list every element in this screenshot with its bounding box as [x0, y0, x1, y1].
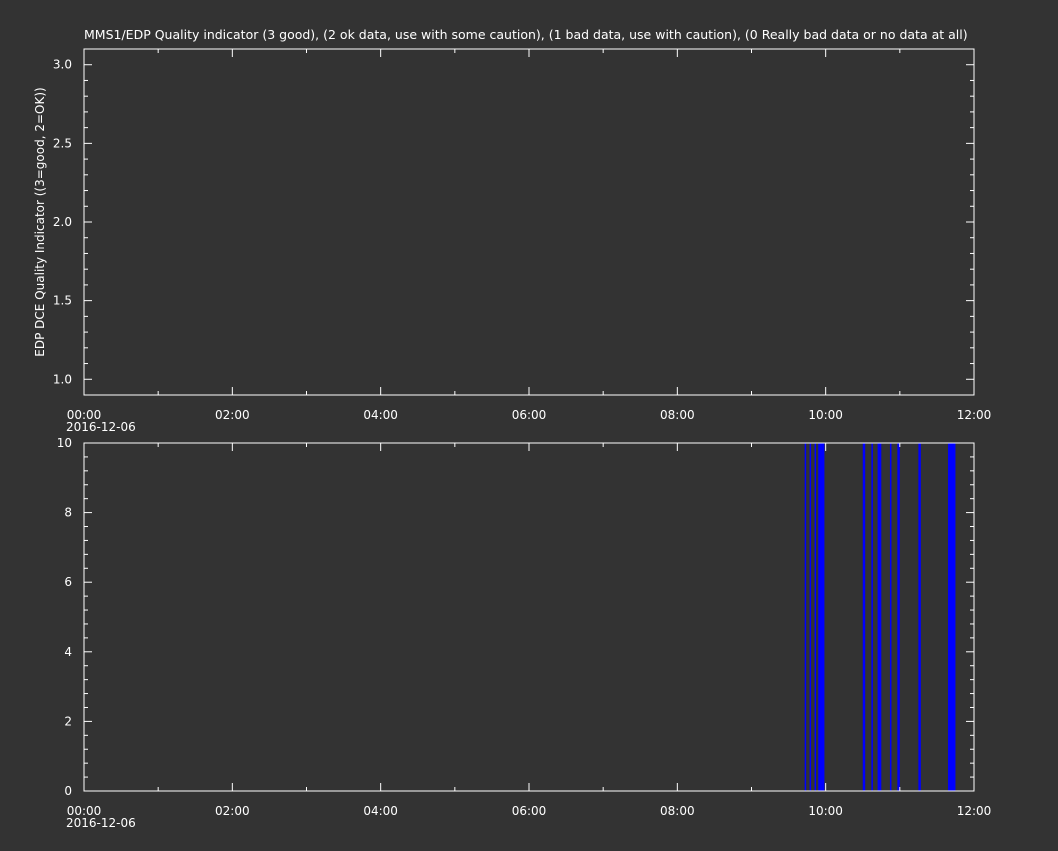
y-tick-label: 0	[64, 784, 72, 798]
y-tick-label: 1.5	[53, 294, 72, 308]
data-bar	[948, 443, 956, 791]
x-tick-label: 04:00	[363, 804, 398, 818]
x-tick-label: 06:00	[512, 804, 547, 818]
x-tick-label: 08:00	[660, 408, 695, 422]
x-tick-label: 02:00	[215, 804, 250, 818]
data-bar	[862, 443, 866, 791]
x-tick-label: 12:00	[957, 804, 992, 818]
y-tick-label: 2.0	[53, 215, 72, 229]
y-tick-label: 1.0	[53, 372, 72, 386]
chart-figure: MMS1/EDP Quality indicator (3 good), (2 …	[33, 27, 992, 830]
y-axis: 1.0 1.5 2.0 2.5 3.0	[53, 48, 974, 396]
x-tick-label: 08:00	[660, 804, 695, 818]
y-tick-label: 8	[64, 506, 72, 520]
chart-title: MMS1/EDP Quality indicator (3 good), (2 …	[84, 27, 968, 42]
data-bar	[814, 443, 817, 791]
x-axis: 00:00 02:00 04:00 06:00 08:00 10:00 12:00	[67, 49, 992, 422]
y-axis: 0 2 4 6 8 10	[57, 436, 974, 798]
data-bar	[897, 443, 900, 791]
x-tick-label: 12:00	[957, 408, 992, 422]
data-bars	[804, 443, 956, 791]
x-tick-label: 02:00	[215, 408, 250, 422]
data-bar	[804, 443, 807, 791]
data-bar	[809, 443, 812, 791]
y-tick-label: 2.5	[53, 136, 72, 150]
y-axis-label: EDP DCE Quality Indicator ((3=good, 2=OK…	[33, 87, 47, 356]
x-tick-label: 04:00	[363, 408, 398, 422]
quality-indicator-panel: 00:00 02:00 04:00 06:00 08:00 10:00 12:00 1.01…	[33, 48, 992, 434]
plot-area-frame	[83, 48, 975, 396]
y-tick-label: 6	[64, 575, 72, 589]
x-tick-label: 10:00	[808, 804, 843, 818]
data-bar	[818, 443, 825, 791]
x-axis-date-label: 2016-12-06	[66, 816, 136, 830]
data-bar	[871, 443, 873, 791]
plot-area-frame	[83, 442, 975, 792]
data-bar	[889, 443, 892, 791]
y-tick-label: 2	[64, 714, 72, 728]
y-tick-label: 3.0	[53, 58, 72, 72]
bar-panel: 00:00 02:00 04:00 06:00 08:00 10:00 12:00 0246…	[57, 436, 992, 830]
x-axis-date-label: 2016-12-06	[66, 420, 136, 434]
data-bar	[918, 443, 921, 791]
y-tick-label: 4	[64, 645, 72, 659]
x-axis: 00:00 02:00 04:00 06:00 08:00 10:00 12:00	[67, 443, 992, 818]
x-tick-label: 10:00	[808, 408, 843, 422]
data-bar	[877, 443, 882, 791]
y-tick-label: 10	[57, 436, 72, 450]
x-tick-label: 06:00	[512, 408, 547, 422]
